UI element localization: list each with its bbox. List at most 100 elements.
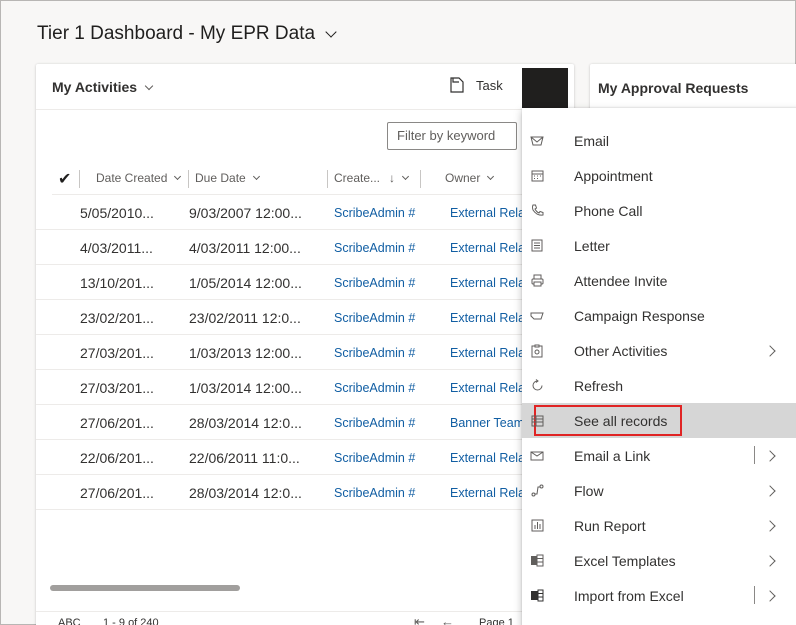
calendar-icon	[530, 169, 544, 183]
menu-item-campaign-response[interactable]: Campaign Response	[522, 298, 796, 333]
cell-date-created: 4/03/2011...	[80, 240, 153, 256]
chevron-right-icon	[764, 484, 776, 497]
more-commands-button[interactable]	[522, 68, 568, 110]
menu-item-label: Appointment	[574, 167, 653, 184]
menu-item-label: Email	[574, 132, 610, 149]
menu-item-phone-call[interactable]: Phone Call	[522, 193, 796, 228]
menu-item-label: Attendee Invite	[574, 272, 668, 289]
cell-owner-link[interactable]: External Relati	[450, 311, 522, 325]
chevron-right-icon	[764, 519, 776, 532]
cell-created-by-link[interactable]: ScribeAdmin #	[334, 311, 415, 325]
cell-owner-link[interactable]: External Relati	[450, 206, 522, 220]
cell-due-date: 1/03/2014 12:00...	[189, 380, 302, 396]
column-header-owner[interactable]: Owner	[445, 162, 496, 194]
cell-due-date: 1/05/2014 12:00...	[189, 275, 302, 291]
cell-owner-link[interactable]: External Relati	[450, 241, 522, 255]
cell-created-by-link[interactable]: ScribeAdmin #	[334, 416, 415, 430]
cell-created-by-link[interactable]: ScribeAdmin #	[334, 381, 415, 395]
panel-title: My Approval Requests	[598, 80, 749, 96]
column-header-due-date[interactable]: Due Date	[195, 162, 262, 194]
abc-jump-bar[interactable]: ABC	[58, 617, 81, 625]
menu-item-flow[interactable]: Flow	[522, 473, 796, 508]
menu-item-run-report[interactable]: Run Report	[522, 508, 796, 543]
cell-owner-link[interactable]: External Relati	[450, 276, 522, 290]
menu-item-email[interactable]: Email	[522, 123, 796, 158]
more-commands-menu: Email Appointment Phone Call Letter Atte…	[522, 108, 796, 625]
cell-date-created: 13/10/201...	[80, 275, 154, 291]
cell-date-created: 23/02/201...	[80, 310, 154, 326]
panel-header: My Approval Requests	[590, 64, 796, 110]
dashboard-selector[interactable]: Tier 1 Dashboard - My EPR Data	[37, 20, 337, 48]
chevron-right-icon	[764, 554, 776, 567]
page-number: Page 1	[479, 617, 514, 625]
cell-created-by-link[interactable]: ScribeAdmin #	[334, 206, 415, 220]
excel-template-icon	[530, 554, 544, 568]
task-label: Task	[476, 77, 503, 93]
horizontal-scrollbar[interactable]	[50, 585, 240, 591]
menu-item-excel-templates[interactable]: Excel Templates	[522, 543, 796, 578]
cell-due-date: 28/03/2014 12:0...	[189, 485, 302, 501]
table-row[interactable]: 23/02/201... 23/02/2011 12:0... ScribeAdmi…	[36, 300, 522, 335]
table-row[interactable]: 27/06/201... 28/03/2014 12:0... ScribeAdmi…	[36, 475, 522, 510]
column-divider	[188, 170, 189, 188]
menu-item-label: Run Report	[574, 517, 646, 534]
menu-item-import-from-excel[interactable]: Import from Excel	[522, 578, 796, 613]
menu-item-appointment[interactable]: Appointment	[522, 158, 796, 193]
cell-created-by-link[interactable]: ScribeAdmin #	[334, 451, 415, 465]
cell-owner-link[interactable]: External Relati	[450, 451, 522, 465]
table-row[interactable]: 27/03/201... 1/03/2014 12:00... ScribeAdmi…	[36, 370, 522, 405]
menu-item-label: Flow	[574, 482, 604, 499]
column-header-date-created[interactable]: Date Created	[96, 162, 183, 194]
filter-input[interactable]: Filter by keyword	[387, 122, 517, 150]
cell-due-date: 1/03/2013 12:00...	[189, 345, 302, 361]
cell-due-date: 28/03/2014 12:0...	[189, 415, 302, 431]
cell-due-date: 9/03/2007 12:00...	[189, 205, 302, 221]
table-row[interactable]: 4/03/2011... 4/03/2011 12:00... ScribeAdmi…	[36, 230, 522, 265]
cell-created-by-link[interactable]: ScribeAdmin #	[334, 276, 415, 290]
cell-owner-link[interactable]: External Relati	[450, 346, 522, 360]
view-selector[interactable]: My Activities	[52, 79, 154, 95]
chevron-right-icon[interactable]	[764, 589, 776, 602]
menu-item-other-activities[interactable]: Other Activities	[522, 333, 796, 368]
flow-icon	[530, 484, 544, 498]
table-row[interactable]: 27/03/201... 1/03/2013 12:00... ScribeAdmi…	[36, 335, 522, 370]
cell-owner-link[interactable]: External Relati	[450, 486, 522, 500]
select-all-checkmark-icon[interactable]: ✔	[58, 169, 71, 189]
activities-panel: My Activities Task Filter by keyword ✔ D…	[36, 64, 574, 625]
first-page-icon[interactable]: ⇤	[414, 614, 425, 625]
cell-date-created: 27/06/201...	[80, 415, 154, 431]
task-button[interactable]: Task	[450, 77, 503, 93]
menu-item-label: Campaign Response	[574, 307, 705, 324]
cell-owner-link[interactable]: Banner Team	[450, 416, 522, 430]
column-divider	[79, 170, 80, 188]
footer-divider	[36, 611, 574, 612]
previous-page-icon[interactable]: ←	[441, 614, 454, 625]
column-header-created-by[interactable]: Create... ↓	[334, 162, 411, 194]
column-label: Create...	[334, 171, 381, 185]
cell-created-by-link[interactable]: ScribeAdmin #	[334, 241, 415, 255]
cell-owner-link[interactable]: External Relati	[450, 381, 522, 395]
task-icon	[450, 77, 464, 93]
menu-item-refresh[interactable]: Refresh	[522, 368, 796, 403]
menu-item-attendee-invite[interactable]: Attendee Invite	[522, 263, 796, 298]
campaign-icon	[530, 309, 544, 323]
activities-icon	[530, 344, 544, 358]
phone-icon	[530, 204, 544, 218]
menu-item-email-a-link[interactable]: Email a Link	[522, 438, 796, 473]
cell-date-created: 27/06/201...	[80, 485, 154, 501]
chevron-right-icon[interactable]	[764, 449, 776, 462]
split-divider	[754, 586, 755, 604]
table-row[interactable]: 13/10/201... 1/05/2014 12:00... ScribeAdmi…	[36, 265, 522, 300]
menu-item-letter[interactable]: Letter	[522, 228, 796, 263]
cell-created-by-link[interactable]: ScribeAdmin #	[334, 346, 415, 360]
excel-import-icon	[530, 589, 544, 603]
table-row[interactable]: 27/06/201... 28/03/2014 12:0... ScribeAdmi…	[36, 405, 522, 440]
column-label: Date Created	[96, 171, 168, 185]
table-row[interactable]: 5/05/2010... 9/03/2007 12:00... ScribeAdmi…	[36, 195, 522, 230]
table-row[interactable]: 22/06/201... 22/06/2011 11:0... ScribeAdmi…	[36, 440, 522, 475]
email-link-icon	[530, 449, 544, 463]
cell-created-by-link[interactable]: ScribeAdmin #	[334, 486, 415, 500]
grid-body: 5/05/2010... 9/03/2007 12:00... ScribeAdmi…	[36, 195, 522, 510]
menu-item-see-all-records[interactable]: See all records	[522, 403, 796, 438]
chevron-right-icon	[764, 344, 776, 357]
